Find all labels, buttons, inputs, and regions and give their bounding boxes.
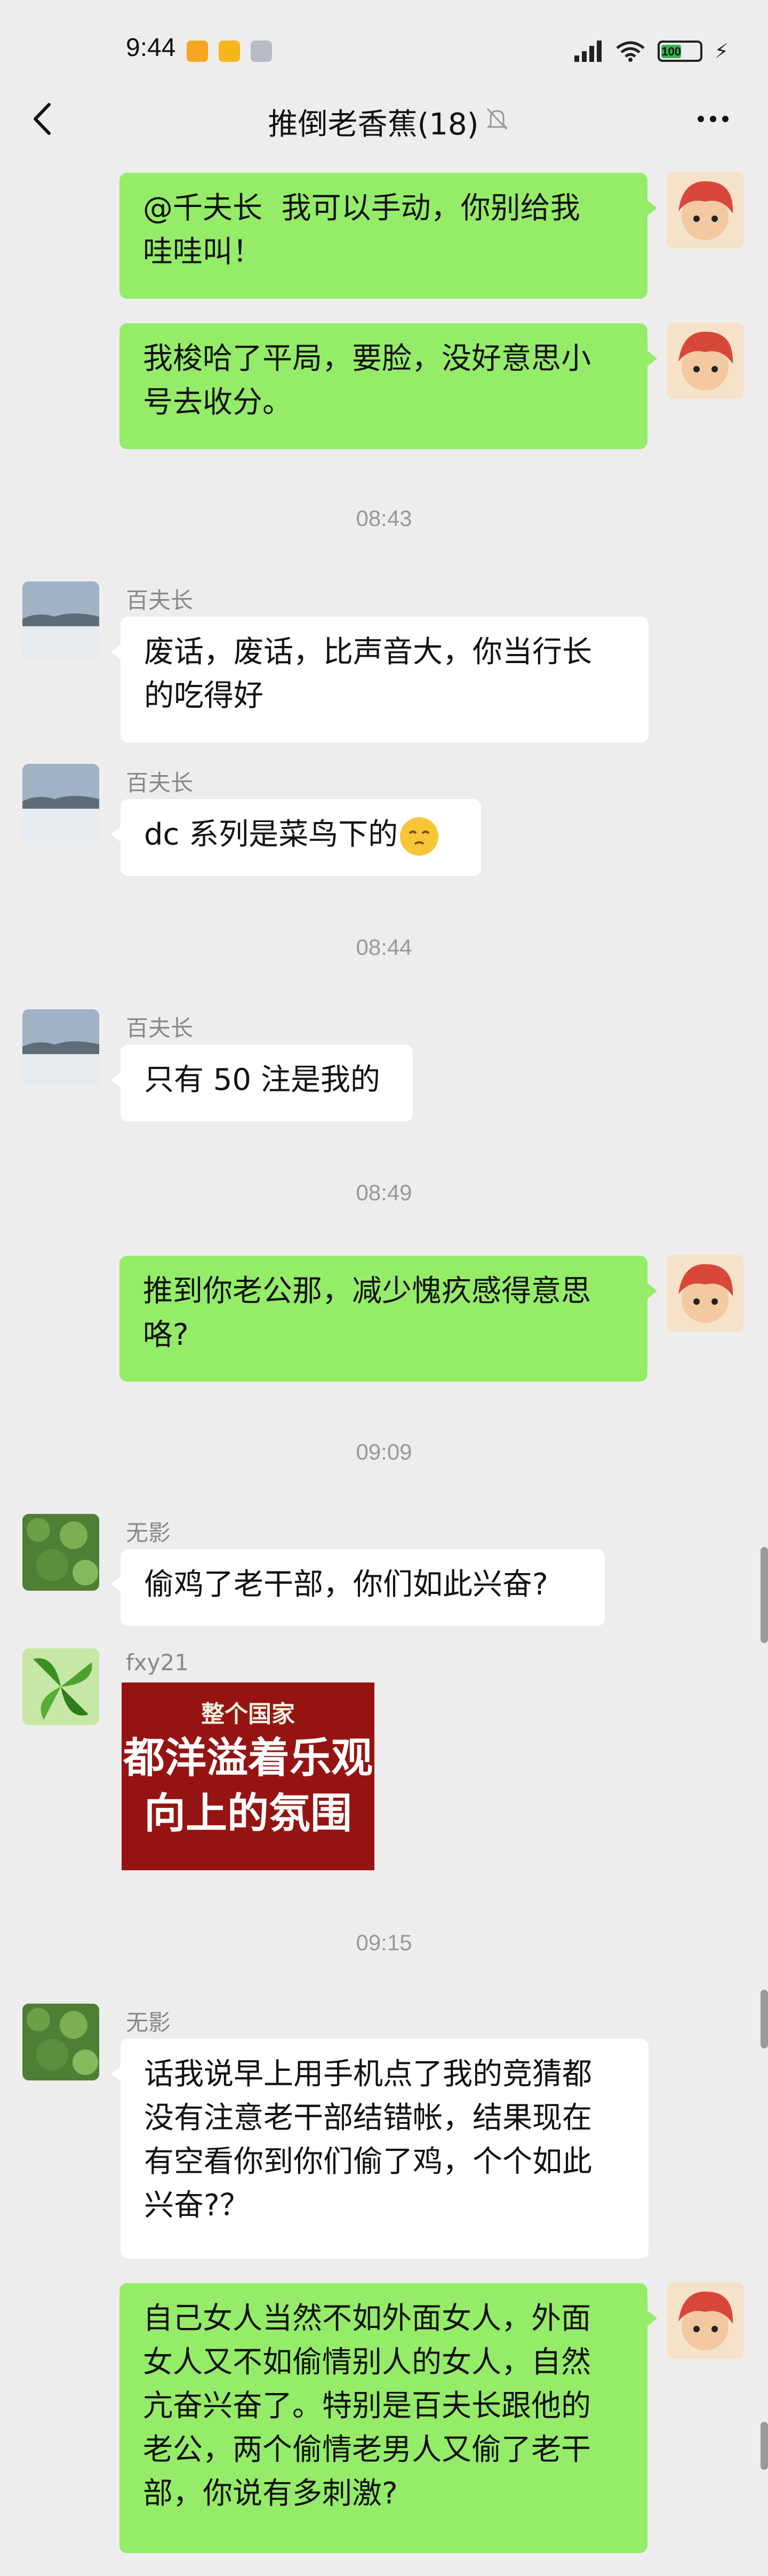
message-bubble-outgoing[interactable]: 我梭哈了平局，要脸，没好意思小 号去收分。 [119,323,657,449]
charging-icon: ⚡ [714,39,729,63]
contact-avatar[interactable] [22,2004,99,2080]
sender-name: 百夫长 [126,1015,194,1041]
sticker-text-line1: 整个国家 [201,1701,295,1728]
sticker-text-line3: 向上的氛围 [143,1790,352,1838]
message-bubble-incoming[interactable]: 只有 50 注是我的 [111,1044,413,1121]
relieved-face-emoji [400,817,439,856]
message-bubble-incoming[interactable]: dc 系列是菜鸟下的 [111,799,481,876]
timestamp: 08:44 [356,935,412,960]
sticker-image[interactable]: 整个国家 都洋溢着乐观 向上的氛围 [122,1682,374,1870]
battery-level: 100 [661,45,682,58]
timestamp: 08:49 [356,1180,412,1205]
more-dots-icon[interactable] [694,105,732,133]
contact-avatar[interactable] [22,1648,99,1725]
timestamp: 09:15 [356,1930,412,1955]
message-bubble-outgoing[interactable]: 自己女人当然不如外面女人，外面 女人又不如偷情别人的女人，自然 亢奋兴奋了。特别… [119,2283,657,2553]
status-notification-icons [187,41,272,62]
sender-name: 无影 [126,1520,171,1546]
message-bubble-outgoing[interactable]: 推到你老公那，减少愧疚感得意思 咯? [119,1256,657,1382]
message-bubble-incoming[interactable]: 废话，废话，比声音大，你当行长 的吃得好 [111,617,649,743]
contact-avatar[interactable] [22,581,99,658]
contact-avatar[interactable] [22,1009,99,1086]
message-bubble-incoming[interactable]: 话我说早上用手机点了我的竞猜都 没有注意老干部结错帐，结果现在 有空看你到你们偷… [111,2039,649,2259]
wifi-icon [616,41,645,62]
chat-title: 推倒老香蕉(18) [268,107,479,142]
message-text: dc 系列是菜鸟下的 [144,817,398,852]
scrollbar-thumb[interactable] [761,1990,768,2048]
timestamp: 09:09 [356,1439,412,1464]
photos-app-icon [187,41,208,62]
sender-name: 百夫长 [126,770,194,796]
sender-name: 百夫长 [126,587,194,613]
user-avatar[interactable] [667,2282,743,2359]
message-bubble-outgoing[interactable]: @千夫长 我可以手动，你别给我 哇哇叫！ [119,173,657,299]
battery-icon: 100 [658,41,703,62]
notification-icon [251,41,272,62]
status-system-icons: 100 ⚡ [571,39,729,63]
user-avatar[interactable] [667,172,743,249]
sender-name: 无影 [126,2009,171,2036]
contact-avatar[interactable] [22,1514,99,1591]
signal-icon [571,41,603,62]
scrollbar-thumb[interactable] [761,1547,768,1643]
status-bar: 9:44 100 ⚡ [0,0,768,101]
sticker-text-line2: 都洋溢着乐观 [123,1734,373,1782]
contact-avatar[interactable] [22,764,99,841]
scrollbar-thumb[interactable] [761,2422,768,2470]
status-time: 9:44 [126,34,176,62]
sender-name: fxy21 [126,1649,189,1676]
user-avatar[interactable] [667,1255,743,1331]
message-bubble-incoming[interactable]: 偷鸡了老干部，你们如此兴奋? [111,1549,605,1626]
timestamp: 08:43 [356,506,412,531]
bell-muted-icon [486,108,508,130]
cloud-app-icon [219,41,240,62]
user-avatar[interactable] [667,322,743,399]
chevron-left-icon[interactable] [28,100,60,138]
